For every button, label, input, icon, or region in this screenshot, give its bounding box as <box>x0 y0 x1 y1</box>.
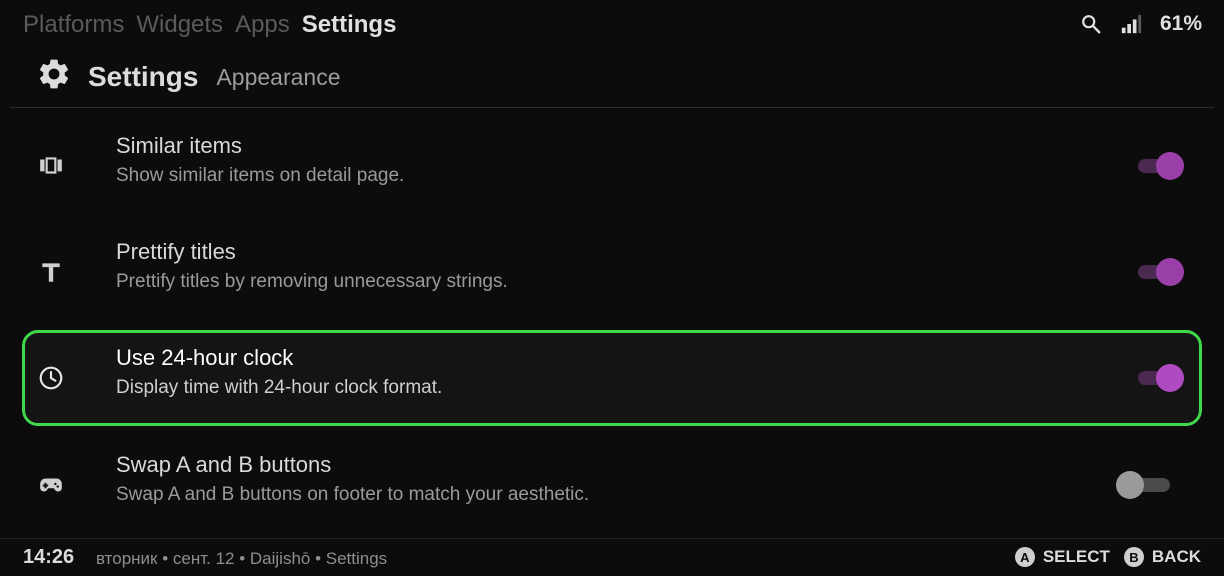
setting-description: Show similar items on detail page. <box>116 165 405 186</box>
tab-platforms[interactable]: Platforms <box>23 9 124 41</box>
tab-apps[interactable]: Apps <box>235 9 290 41</box>
page-header: Settings Appearance <box>36 56 341 97</box>
setting-prettify-titles[interactable]: Prettify titles Prettify titles by remov… <box>22 224 1202 320</box>
carousel-icon <box>38 153 64 179</box>
setting-title: Use 24-hour clock <box>116 345 294 370</box>
setting-title: Prettify titles <box>116 239 236 264</box>
top-nav: Platforms Widgets Apps Settings <box>23 9 396 41</box>
gamepad-icon <box>38 472 64 498</box>
setting-description: Display time with 24-hour clock format. <box>116 377 443 398</box>
setting-title: Swap A and B buttons <box>116 452 332 477</box>
text-icon <box>38 259 64 285</box>
24-hour-clock-toggle[interactable] <box>1136 362 1184 394</box>
clock-time: 14:26 <box>23 546 75 568</box>
similar-items-toggle[interactable] <box>1136 150 1184 182</box>
tab-widgets[interactable]: Widgets <box>136 9 223 41</box>
header-divider <box>10 107 1214 108</box>
battery-level: 61% <box>1159 12 1202 35</box>
page-subtitle: Appearance <box>216 64 341 90</box>
a-button-icon: A <box>1014 547 1035 567</box>
setting-description: Prettify titles by removing unnecessary … <box>116 271 508 292</box>
signal-icon <box>1120 13 1142 35</box>
swap-ab-toggle[interactable] <box>1116 469 1172 501</box>
footer-bar: 14:26 вторник • сент. 12 • Daijishō • Se… <box>0 538 1224 576</box>
back-label: BACK <box>1151 547 1201 566</box>
setting-similar-items[interactable]: Similar items Show similar items on deta… <box>22 118 1202 214</box>
back-action[interactable]: B BACK <box>1123 547 1201 567</box>
page-title: Settings <box>88 60 199 92</box>
status-area: 61% <box>1080 12 1202 36</box>
clock-icon <box>38 365 64 391</box>
settings-screen: Platforms Widgets Apps Settings 61% Sett… <box>0 0 1224 576</box>
b-button-icon: B <box>1123 547 1144 567</box>
setting-description: Swap A and B buttons on footer to match … <box>116 484 590 505</box>
search-icon[interactable] <box>1080 13 1102 35</box>
setting-swap-ab-buttons[interactable]: Swap A and B buttons Swap A and B button… <box>22 437 1202 533</box>
select-action[interactable]: A SELECT <box>1014 547 1110 567</box>
prettify-titles-toggle[interactable] <box>1136 256 1184 288</box>
setting-24-hour-clock[interactable]: Use 24-hour clock Display time with 24-h… <box>22 330 1202 426</box>
select-label: SELECT <box>1042 547 1110 566</box>
gear-icon <box>36 56 72 97</box>
footer-info: вторник • сент. 12 • Daijishō • Settings <box>96 549 388 568</box>
setting-title: Similar items <box>116 133 242 158</box>
tab-settings[interactable]: Settings <box>302 9 397 41</box>
